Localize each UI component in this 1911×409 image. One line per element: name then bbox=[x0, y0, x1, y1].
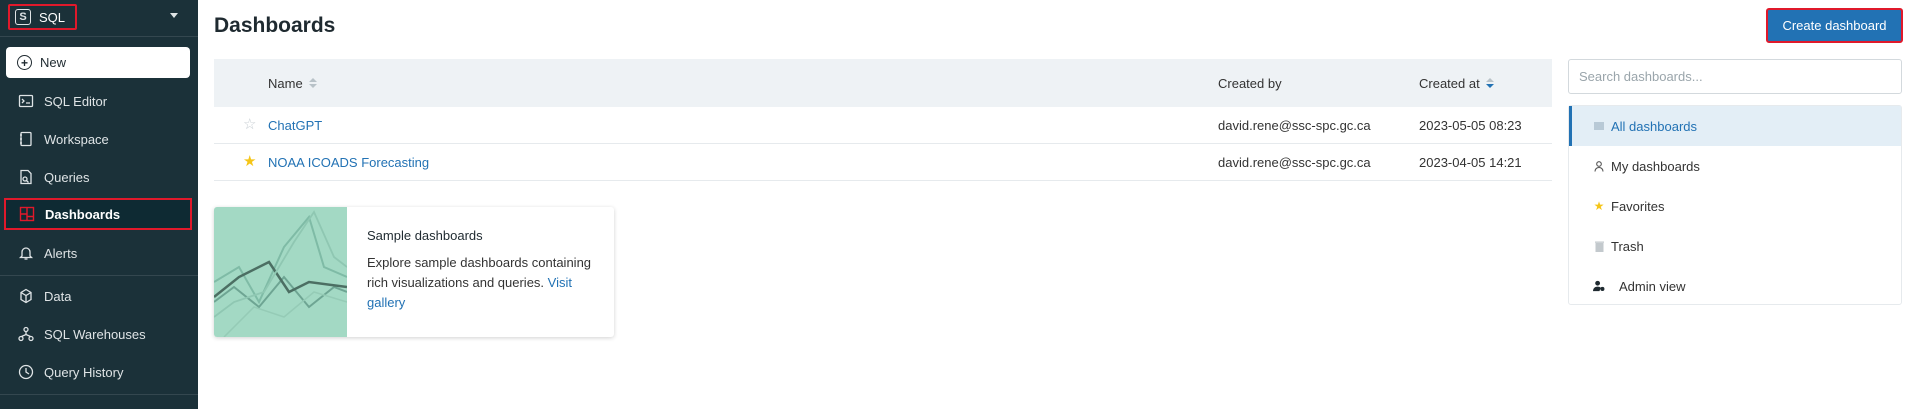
filter-trash[interactable]: Trash bbox=[1569, 226, 1901, 266]
star-filled-icon[interactable]: ★ bbox=[243, 154, 256, 169]
warehouse-icon bbox=[18, 326, 34, 342]
clock-icon bbox=[18, 364, 34, 380]
dashboard-filters: All dashboards My dashboards ★ Favorites… bbox=[1568, 105, 1902, 305]
sample-dashboards-title: Sample dashboards bbox=[367, 228, 483, 243]
workspace-icon bbox=[18, 131, 34, 147]
filter-my-dashboards[interactable]: My dashboards bbox=[1569, 146, 1901, 186]
sample-dashboards-description: Explore sample dashboards containing ric… bbox=[367, 253, 597, 313]
column-header-label: Name bbox=[268, 75, 303, 91]
filter-label: Favorites bbox=[1611, 198, 1665, 214]
sidebar-item-queries[interactable]: Queries bbox=[6, 162, 192, 192]
dashboards-icon bbox=[19, 206, 35, 222]
created-by-cell: david.rene@ssc-spc.gc.ca bbox=[1218, 154, 1371, 170]
sample-chart-illustration bbox=[214, 207, 348, 337]
filter-label: All dashboards bbox=[1611, 118, 1697, 134]
dashboard-link[interactable]: ChatGPT bbox=[268, 118, 322, 133]
list-icon bbox=[1593, 120, 1605, 132]
data-icon bbox=[18, 288, 34, 304]
sidebar-item-data[interactable]: Data bbox=[6, 281, 192, 311]
sidebar-item-label: Dashboards bbox=[45, 206, 121, 222]
persona-selector[interactable]: S SQL bbox=[8, 4, 78, 30]
star-outline-icon[interactable]: ☆ bbox=[243, 117, 256, 132]
sidebar-item-label: Data bbox=[44, 288, 72, 304]
queries-icon bbox=[18, 169, 34, 185]
sidebar-item-label: SQL Warehouses bbox=[44, 326, 146, 342]
sidebar-item-sql-warehouses[interactable]: SQL Warehouses bbox=[6, 319, 192, 349]
sidebar-item-label: Alerts bbox=[44, 245, 78, 261]
sidebar-item-label: Query History bbox=[44, 364, 124, 380]
persona-switcher[interactable]: S SQL bbox=[8, 3, 190, 31]
bell-icon bbox=[18, 245, 34, 261]
filter-favorites[interactable]: ★ Favorites bbox=[1569, 186, 1901, 226]
column-header-name[interactable]: Name bbox=[268, 76, 317, 91]
caret-down-icon[interactable] bbox=[170, 13, 178, 18]
sidebar-divider bbox=[0, 394, 198, 395]
filter-admin-view[interactable]: Admin view bbox=[1569, 266, 1901, 306]
trash-icon bbox=[1593, 240, 1605, 252]
dashboard-link[interactable]: NOAA ICOADS Forecasting bbox=[268, 155, 429, 170]
created-by-cell: david.rene@ssc-spc.gc.ca bbox=[1218, 117, 1371, 133]
table-row: ★ NOAA ICOADS Forecasting david.rene@ssc… bbox=[214, 144, 1552, 181]
star-icon: ★ bbox=[1593, 199, 1605, 213]
new-button[interactable]: + New bbox=[6, 47, 190, 78]
filter-all-dashboards[interactable]: All dashboards bbox=[1569, 106, 1901, 146]
sidebar: S SQL + New SQL Editor Workspace Queries… bbox=[0, 0, 198, 409]
sidebar-divider bbox=[0, 36, 198, 37]
filter-label: Admin view bbox=[1619, 278, 1686, 294]
create-dashboard-button[interactable]: Create dashboard bbox=[1766, 8, 1903, 43]
sidebar-item-sql-editor[interactable]: SQL Editor bbox=[6, 86, 192, 116]
sidebar-item-workspace[interactable]: Workspace bbox=[6, 124, 192, 154]
filter-label: My dashboards bbox=[1611, 158, 1700, 174]
created-at-cell: 2023-05-05 08:23 bbox=[1419, 117, 1522, 133]
sidebar-item-label: Queries bbox=[44, 169, 90, 185]
main-content: Dashboards Create dashboard Name Created… bbox=[198, 0, 1911, 409]
sql-persona-icon: S bbox=[15, 9, 31, 25]
sidebar-item-dashboards[interactable]: Dashboards bbox=[4, 198, 192, 230]
sidebar-divider bbox=[0, 275, 198, 276]
table-header: Name Created by Created at bbox=[214, 59, 1552, 107]
persona-label: SQL bbox=[39, 9, 66, 25]
user-icon bbox=[1593, 160, 1605, 172]
sidebar-item-query-history[interactable]: Query History bbox=[6, 357, 192, 387]
admin-user-icon bbox=[1593, 280, 1605, 292]
column-header-label: Created at bbox=[1419, 75, 1480, 91]
new-button-label: New bbox=[40, 55, 67, 70]
created-at-cell: 2023-04-05 14:21 bbox=[1419, 154, 1522, 170]
sort-descending-icon bbox=[1485, 78, 1494, 88]
sql-editor-icon bbox=[18, 93, 34, 109]
sample-dashboards-card: Sample dashboards Explore sample dashboa… bbox=[214, 207, 614, 337]
dashboards-table: Name Created by Created at ☆ ChatGPT dav… bbox=[214, 59, 1552, 181]
column-header-created-by: Created by bbox=[1218, 75, 1282, 91]
page-title: Dashboards bbox=[214, 14, 336, 37]
search-dashboards-input[interactable]: Search dashboards... bbox=[1568, 59, 1902, 94]
filter-label: Trash bbox=[1611, 238, 1644, 254]
sidebar-item-label: Workspace bbox=[44, 131, 109, 147]
sidebar-item-alerts[interactable]: Alerts bbox=[6, 238, 192, 268]
column-header-created-at[interactable]: Created at bbox=[1419, 76, 1494, 91]
sort-icon bbox=[308, 78, 317, 88]
table-row: ☆ ChatGPT david.rene@ssc-spc.gc.ca 2023-… bbox=[214, 107, 1552, 144]
sidebar-item-label: SQL Editor bbox=[44, 93, 108, 109]
plus-circle-icon: + bbox=[17, 55, 32, 70]
